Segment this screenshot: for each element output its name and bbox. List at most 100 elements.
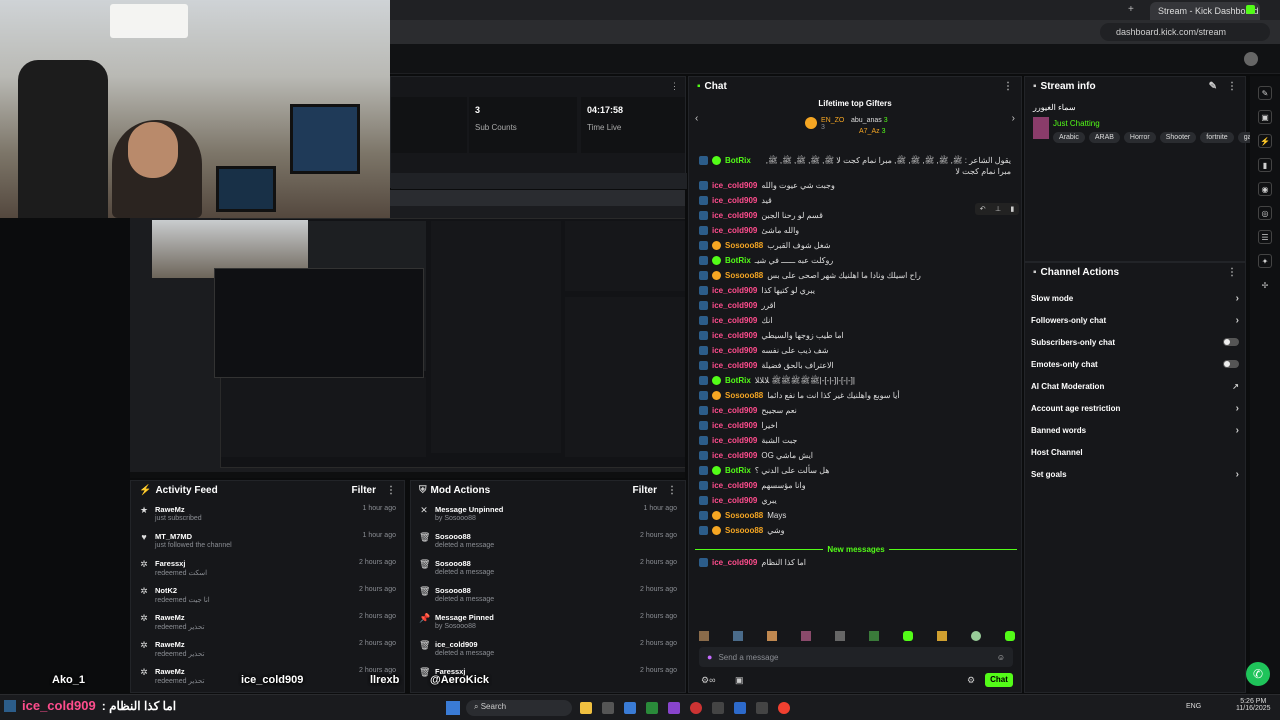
chat-username[interactable]: ice_cold909 — [712, 420, 757, 431]
app-icon[interactable] — [712, 702, 724, 714]
chat-username[interactable]: ice_cold909 — [712, 285, 757, 296]
channel-action-item[interactable]: Banned words › — [1025, 419, 1245, 441]
tag[interactable]: ARAB — [1088, 132, 1120, 143]
chat-username[interactable]: ice_cold909 — [712, 450, 757, 461]
app-icon[interactable] — [734, 702, 746, 714]
app-icon[interactable] — [624, 702, 636, 714]
send-chat-button[interactable]: Chat — [985, 673, 1013, 687]
scan-icon[interactable]: ▣ — [1258, 110, 1272, 124]
feed-item-name[interactable]: NotK2 — [155, 586, 210, 595]
toggle-switch[interactable] — [1223, 338, 1239, 346]
feed-item-name[interactable]: Sosooo88 — [435, 532, 494, 541]
chat-username[interactable]: Sosooo88 — [725, 270, 763, 281]
chat-username[interactable]: ice_cold909 — [712, 225, 757, 236]
chat-username[interactable]: ice_cold909 — [712, 360, 757, 371]
wrench-icon[interactable]: ✦ — [1258, 254, 1272, 268]
message-hover-actions[interactable]: ↶ ⊥ ▮ — [975, 203, 1019, 215]
emote-icon[interactable] — [835, 631, 845, 641]
delete-icon[interactable]: ▮ — [1010, 205, 1014, 213]
browser-tab-active[interactable]: Stream - Kick Dashboard — [1150, 2, 1260, 20]
file-explorer-icon[interactable] — [580, 702, 592, 714]
chat-username[interactable]: ice_cold909 — [712, 435, 757, 446]
feed-item-name[interactable]: RaweMz — [155, 640, 204, 649]
layout-icon[interactable]: ☰ — [1258, 230, 1272, 244]
feed-item-name[interactable]: Message Unpinned — [435, 505, 503, 514]
url-text[interactable]: dashboard.kick.com/stream — [1116, 27, 1226, 37]
floating-chat-icon[interactable]: ✆ — [1246, 662, 1270, 686]
broadcast-icon[interactable]: ◎ — [1258, 206, 1272, 220]
emote-icon[interactable] — [869, 631, 879, 641]
taskbar-search[interactable]: ⌕ Search — [466, 700, 572, 716]
channel-action-item[interactable]: AI Chat Moderation ↗ — [1025, 375, 1245, 397]
feed-item-name[interactable]: RaweMz — [155, 667, 204, 676]
channel-action-item[interactable]: Set goals › — [1025, 463, 1245, 485]
chat-username[interactable]: BotRix — [725, 465, 751, 476]
app-icon[interactable] — [668, 702, 680, 714]
chat-username[interactable]: ice_cold909 — [712, 315, 757, 326]
filter-button[interactable]: Filter — [633, 485, 657, 496]
opera-icon[interactable] — [690, 702, 702, 714]
more-icon[interactable]: ⋮ — [386, 485, 396, 496]
chat-username[interactable]: ice_cold909 — [712, 557, 757, 568]
more-icon[interactable]: ⋮ — [1003, 81, 1013, 92]
more-icon[interactable]: ⋮ — [667, 485, 677, 496]
chat-username[interactable]: ice_cold909 — [712, 330, 757, 341]
chat-input[interactable]: ● Send a message ☺ — [699, 647, 1013, 667]
avatar[interactable] — [1244, 52, 1258, 66]
app-icon[interactable] — [602, 702, 614, 714]
filter-button[interactable]: Filter — [352, 485, 376, 496]
app-icon[interactable] — [756, 702, 768, 714]
emote-picker-icon[interactable]: ☺ — [997, 653, 1005, 662]
channel-action-item[interactable]: Slow mode › — [1025, 287, 1245, 309]
windows-start-icon[interactable] — [446, 701, 460, 715]
bolt-icon[interactable]: ⚡ — [1258, 134, 1272, 148]
chat-username[interactable]: BotRix — [725, 155, 751, 166]
settings-icon[interactable]: ⚙∞ — [701, 675, 715, 686]
chat-username[interactable]: ice_cold909 — [712, 405, 757, 416]
chat-username[interactable]: BotRix — [725, 375, 751, 386]
pencil-icon[interactable]: ✎ — [1258, 86, 1272, 100]
chat-username[interactable]: ice_cold909 — [712, 345, 757, 356]
emote-icon[interactable] — [971, 631, 981, 641]
mic-icon[interactable]: ● — [707, 652, 712, 662]
chat-bubble-icon[interactable]: ◉ — [1258, 182, 1272, 196]
channel-action-item[interactable]: Account age restriction › — [1025, 397, 1245, 419]
feed-item-name[interactable]: Message Pinned — [435, 613, 494, 622]
emote-icon[interactable] — [1005, 631, 1015, 641]
more-icon[interactable]: ⋮ — [1227, 267, 1237, 278]
channel-action-item[interactable]: Subscribers-only chat — [1025, 331, 1245, 353]
chat-username[interactable]: BotRix — [725, 255, 751, 266]
stream-preview[interactable] — [130, 190, 685, 478]
category-label[interactable]: Just Chatting — [1053, 119, 1100, 128]
feed-item-name[interactable]: RaweMz — [155, 505, 202, 514]
language-indicator[interactable]: ENG — [1186, 703, 1201, 710]
chevron-right-icon[interactable]: › — [1012, 113, 1015, 124]
tag[interactable]: Horror — [1123, 132, 1156, 143]
emote-icon[interactable] — [699, 631, 709, 641]
feed-item-name[interactable]: Sosooo88 — [435, 586, 494, 595]
feed-item-name[interactable]: Faressxj — [155, 559, 207, 568]
tag[interactable]: Arabic — [1053, 132, 1085, 143]
feed-item-name[interactable]: ice_cold909 — [435, 640, 494, 649]
chat-username[interactable]: Sosooo88 — [725, 240, 763, 251]
chat-username[interactable]: Sosooo88 — [725, 525, 763, 536]
more-icon[interactable]: ⋮ — [670, 81, 679, 92]
gear-icon[interactable]: ⚙ — [967, 675, 975, 686]
chat-username[interactable]: Sosooo88 — [725, 390, 763, 401]
channel-action-item[interactable]: Followers-only chat › — [1025, 309, 1245, 331]
gift-icon[interactable]: ▣ — [735, 675, 744, 686]
trash-icon[interactable]: ▮ — [1258, 158, 1272, 172]
more-icon[interactable]: ⋮ — [1227, 81, 1237, 92]
emote-icon[interactable] — [767, 631, 777, 641]
reply-icon[interactable]: ↶ — [980, 205, 986, 213]
chat-username[interactable]: ice_cold909 — [712, 300, 757, 311]
chat-username[interactable]: Sosooo88 — [725, 510, 763, 521]
chat-username[interactable]: ice_cold909 — [712, 180, 757, 191]
edit-icon[interactable]: ✎ — [1209, 81, 1217, 92]
new-tab-icon[interactable]: + — [1128, 4, 1134, 15]
emote-icon[interactable] — [937, 631, 947, 641]
emote-icon[interactable] — [903, 631, 913, 641]
channel-action-item[interactable]: Emotes-only chat — [1025, 353, 1245, 375]
taskbar-clock[interactable]: 5:26 PM 11/16/2025 — [1236, 698, 1271, 712]
feed-item-name[interactable]: RaweMz — [155, 613, 204, 622]
